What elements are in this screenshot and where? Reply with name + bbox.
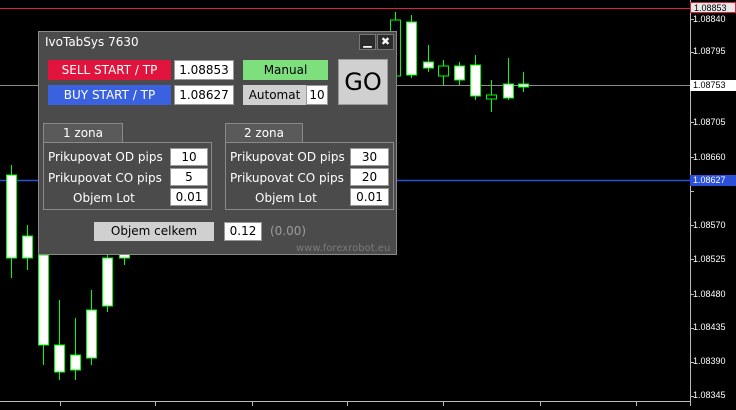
buy-price-field[interactable]: 1.08627 <box>174 85 234 105</box>
objem-celkem-extra: (0.00) <box>270 224 307 238</box>
price-scale-label: 1.08435 <box>693 322 726 332</box>
close-button[interactable]: ✖ <box>377 34 394 50</box>
zone-1-lot-label: Objem Lot <box>73 191 135 205</box>
price-scale-label: 1.08840 <box>693 14 726 24</box>
price-scale-label: 1.08660 <box>693 152 726 162</box>
zone-2-lot-label: Objem Lot <box>255 191 317 205</box>
zone-2-od-label: Prikupovat OD pips <box>230 150 345 164</box>
zone-2-od-field[interactable]: 30 <box>350 148 389 166</box>
bid-price-tag: 1.08753 <box>690 80 736 91</box>
automat-value-field[interactable]: 10 <box>306 85 328 105</box>
price-scale-label: 1.08525 <box>693 254 726 264</box>
candle-body <box>38 254 49 346</box>
zone-1-group: Prikupovat OD pips 10 Prikupovat CO pips… <box>43 142 212 210</box>
tab-zone-1[interactable]: 1 zona <box>43 123 123 142</box>
zone-1-co-field[interactable]: 5 <box>170 168 208 186</box>
price-scale-label: 1.08705 <box>693 117 726 127</box>
candle-body <box>470 64 481 97</box>
sell-price-field[interactable]: 1.08853 <box>174 60 234 80</box>
zone-2-co-field[interactable]: 20 <box>350 168 389 186</box>
zone-2-co-label: Prikupovat CO pips <box>230 171 344 185</box>
close-icon: ✖ <box>380 35 391 48</box>
go-button[interactable]: GO <box>338 59 388 105</box>
price-scale-label: 1.08345 <box>693 390 726 400</box>
panel-title: IvoTabSys 7630 <box>45 35 139 49</box>
price-scale-label: 1.08795 <box>693 46 726 56</box>
footer-link[interactable]: www.forexrobot.eu <box>296 243 390 254</box>
minimize-button[interactable]: ▁ <box>359 34 376 50</box>
manual-button[interactable]: Manual <box>243 60 328 80</box>
buy-level-price-tag: 1.08627 <box>690 175 736 186</box>
zone-2-group: Prikupovat OD pips 30 Prikupovat CO pips… <box>225 142 394 210</box>
candle-body <box>22 235 33 259</box>
price-scale-label: 1.08390 <box>693 356 726 366</box>
candle-body <box>486 94 497 100</box>
minimize-icon: ▁ <box>363 35 372 48</box>
ivotabsys-panel: IvoTabSys 7630 ▁ ✖ SELL START / TP 1.088… <box>38 31 397 255</box>
automat-button[interactable]: Automat <box>243 85 306 105</box>
candle-body <box>454 65 465 81</box>
candle-body <box>6 174 17 259</box>
candle-body <box>86 309 97 359</box>
price-scale-label: 1.08480 <box>693 289 726 299</box>
objem-celkem-field[interactable]: 0.12 <box>224 222 262 241</box>
candle-body <box>102 257 113 307</box>
candle-body <box>518 83 529 88</box>
candle-body <box>70 354 81 371</box>
candle-body <box>438 65 449 77</box>
sell-level-price-tag: 1.08853 <box>690 2 736 13</box>
candle-body <box>406 21 417 76</box>
candle-body <box>503 83 514 99</box>
sell-start-tp-button[interactable]: SELL START / TP <box>48 60 171 80</box>
price-scale-label: 1.08570 <box>693 220 726 230</box>
candle-body <box>423 61 434 69</box>
candle-body <box>54 344 65 373</box>
tab-zone-2[interactable]: 2 zona <box>225 123 303 142</box>
zone-1-od-label: Prikupovat OD pips <box>48 150 163 164</box>
buy-start-tp-button[interactable]: BUY START / TP <box>48 85 171 105</box>
zone-1-lot-field[interactable]: 0.01 <box>170 188 208 206</box>
zone-1-co-label: Prikupovat CO pips <box>48 171 162 185</box>
zone-1-od-field[interactable]: 10 <box>170 148 208 166</box>
objem-celkem-button[interactable]: Objem celkem <box>94 222 214 241</box>
zone-2-lot-field[interactable]: 0.01 <box>350 188 389 206</box>
